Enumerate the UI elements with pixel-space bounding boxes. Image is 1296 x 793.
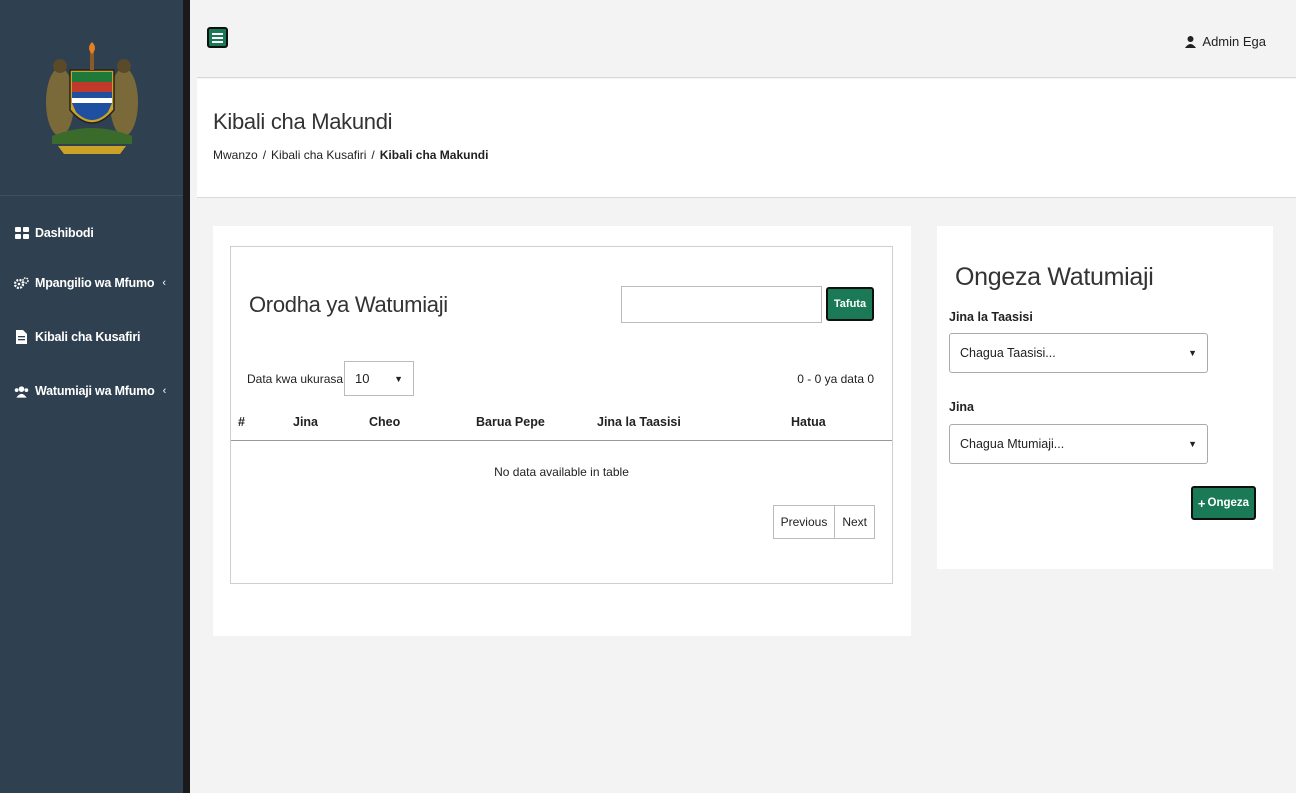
page-length-label: Data kwa ukurasa [247,372,344,386]
users-icon [14,384,29,399]
previous-page-button[interactable]: Previous [772,505,836,539]
table-header: # Jina Cheo Barua Pepe Jina la Taasisi H… [231,409,892,441]
next-page-button[interactable]: Next [835,505,875,539]
breadcrumb-home[interactable]: Mwanzo [213,148,258,162]
add-users-panel: Ongeza Watumiaji Jina la Taasisi Chagua … [937,226,1273,569]
sidebar-item-dashibodi[interactable]: Dashibodi [0,210,183,256]
plus-icon: + [1197,495,1206,511]
file-icon [14,330,29,345]
column-header-cheo[interactable]: Cheo [369,415,400,429]
add-users-title: Ongeza Watumiaji [955,263,1154,291]
coat-of-arms-logo [45,41,138,154]
menu-toggle-button[interactable] [207,27,228,48]
column-header-jina-la-taasisi[interactable]: Jina la Taasisi [597,415,681,429]
logo-area [0,0,183,196]
sidebar-item-label: Kibali cha Kusafiri [35,330,141,344]
caret-down-icon: ▼ [1188,439,1197,449]
breadcrumb-separator: / [262,148,267,162]
cogs-icon [14,276,29,291]
user-icon [1185,35,1197,48]
sidebar-item-mpangilio[interactable]: Mpangilio wa Mfumo ‹ [0,256,183,310]
institution-label: Jina la Taasisi [949,310,1033,324]
table-info: 0 - 0 ya data 0 [797,372,874,386]
sidebar: Dashibodi Mpangilio wa Mfumo ‹ Kibali ch… [0,0,190,793]
page-length-value: 10 [355,371,370,386]
column-header-barua-pepe[interactable]: Barua Pepe [476,415,545,429]
institution-select-value: Chagua Taasisi... [960,346,1056,360]
institution-select[interactable]: Chagua Taasisi... ▼ [949,333,1208,373]
chevron-left-icon: ‹ [162,277,166,289]
search-input[interactable] [621,286,822,323]
add-button-label: Ongeza [1207,497,1250,509]
sidebar-item-watumiaji[interactable]: Watumiaji wa Mfumo ‹ [0,364,183,418]
sidebar-item-label: Watumiaji wa Mfumo [35,384,155,398]
add-user-button[interactable]: + Ongeza [1191,486,1256,520]
hamburger-icon [212,32,223,43]
pagination: Previous Next [772,505,875,539]
sidebar-item-label: Dashibodi [35,226,94,240]
sidebar-item-label: Mpangilio wa Mfumo [35,276,155,290]
page-length-select[interactable]: 10 ▼ [344,361,414,396]
column-header-number[interactable]: # [238,415,245,429]
users-list-panel: Orodha ya Watumiaji Tafuta Data kwa ukur… [213,226,911,636]
users-list-title: Orodha ya Watumiaji [249,292,448,317]
column-header-hatua[interactable]: Hatua [791,415,826,429]
breadcrumb: Mwanzo / Kibali cha Kusafiri / Kibali cha Ma… [213,148,1296,162]
page-title: Kibali cha Makundi [213,109,393,134]
user-name: Admin Ega [1202,34,1266,49]
sidebar-item-kibali-cha-kusafiri[interactable]: Kibali cha Kusafiri [0,310,183,364]
caret-down-icon: ▼ [1188,348,1197,358]
table-empty-message: No data available in table [494,465,629,479]
page-heading: Kibali cha Makundi Mwanzo / Kibali cha Kus… [197,79,1296,198]
chevron-left-icon: ‹ [162,385,167,397]
user-name-label: Jina [949,400,975,414]
search-button[interactable]: Tafuta [826,287,874,321]
user-menu[interactable]: Admin Ega [1185,34,1266,49]
users-table-box: Orodha ya Watumiaji Tafuta Data kwa ukur… [230,246,893,584]
dashboard-icon [14,226,29,241]
breadcrumb-current: Kibali cha Makundi [379,148,489,162]
top-navbar: Admin Ega [197,0,1296,78]
breadcrumb-kibali-cha-kusafiri[interactable]: Kibali cha Kusafiri [271,148,366,162]
caret-down-icon: ▼ [394,373,403,384]
user-select[interactable]: Chagua Mtumiaji... ▼ [949,424,1208,464]
sidebar-nav: Dashibodi Mpangilio wa Mfumo ‹ Kibali ch… [0,196,183,418]
column-header-jina[interactable]: Jina [293,415,318,429]
user-select-value: Chagua Mtumiaji... [960,437,1065,451]
breadcrumb-separator: / [371,148,375,162]
